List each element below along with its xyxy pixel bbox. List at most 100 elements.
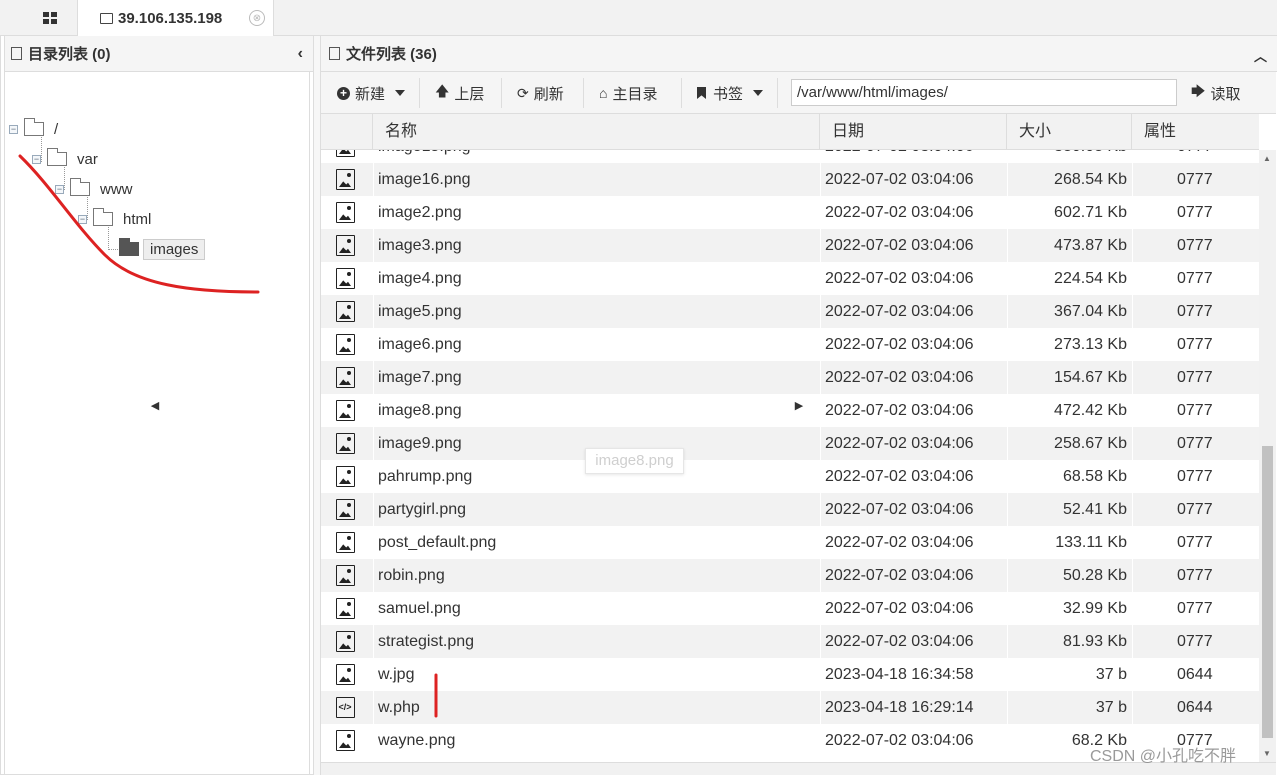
file-toolbar: + 新建 🡅 上层 ⟳ 刷新 ⌂ 主目录 书签 🡆 读取 [321,72,1276,114]
tree-node-www[interactable]: − www [55,177,133,201]
tree-node-images[interactable]: images [118,237,206,261]
file-size: 32.99 Kb [1062,600,1127,617]
file-panel-title: 文件列表 (36) [346,46,437,63]
file-date: 2022-07-02 03:04:06 [825,369,974,386]
file-attr: 0777 [1177,435,1213,452]
file-name: pahrump.png [378,468,473,485]
file-row[interactable]: pahrump.png 2022-07-02 03:04:06 68.58 Kb 07… [321,460,1259,493]
tree-node-root[interactable]: − / [9,117,58,141]
file-row[interactable]: </> w.php 2023-04-18 16:29:14 37 b 0644 [321,691,1259,724]
file-date: 2022-07-02 03:04:06 [825,336,974,353]
image-file-icon [336,150,355,157]
tree-node-label: / [54,120,59,138]
close-icon[interactable]: ⊗ [249,10,265,26]
file-name: w.php [378,699,420,716]
file-row[interactable]: image15.png 2022-07-02 03:04:06 380.08 Kb 0… [321,150,1259,163]
grid-icon [42,12,57,24]
file-size: 133.11 Kb [1055,534,1127,551]
file-date: 2022-07-02 03:04:06 [825,270,974,287]
code-file-icon: </> [336,697,355,718]
file-size: 37 b [1095,666,1127,683]
file-panel-header: 文件列表 (36) ︿ [321,36,1277,72]
file-row[interactable]: image7.png 2022-07-02 03:04:06 154.67 Kb 07… [321,361,1259,394]
file-row[interactable]: w.jpg 2023-04-18 16:34:58 37 b 0644 [321,658,1259,691]
file-date: 2022-07-02 03:04:06 [825,567,974,584]
caret-down-icon [395,90,406,96]
tab-home[interactable] [22,0,78,36]
scrollbar-thumb[interactable] [1262,446,1273,738]
file-attr: 0777 [1177,150,1213,163]
directory-panel: 目录列表 (0) ‹ − / − var − www − html images [4,36,314,775]
file-row[interactable]: image5.png 2022-07-02 03:04:06 367.04 Kb 07… [321,295,1259,328]
file-row[interactable]: image8.png 2022-07-02 03:04:06 472.42 Kb 07… [321,394,1259,427]
image-file-icon [336,598,355,619]
up-button-label: 上层 [454,85,485,103]
file-attr: 0777 [1177,534,1213,551]
file-size: 273.13 Kb [1054,336,1127,353]
home-button[interactable]: ⌂ 主目录 [599,78,657,108]
file-name: image7.png [378,369,462,386]
file-row[interactable]: image2.png 2022-07-02 03:04:06 602.71 Kb 07… [321,196,1259,229]
image-file-icon [336,169,355,190]
file-row[interactable]: image9.png 2022-07-02 03:04:06 258.67 Kb 07… [321,427,1259,460]
file-attr: 0777 [1177,303,1213,320]
file-date: 2022-07-02 03:04:06 [825,204,974,221]
file-size: 268.54 Kb [1054,171,1127,188]
collapse-toggle-icon[interactable]: − [32,154,41,164]
collapse-toggle-icon[interactable]: − [9,124,18,134]
bookmark-button[interactable]: 书签 [697,78,764,108]
header-size[interactable]: 大小 [1007,114,1132,150]
folder-icon [69,178,90,196]
file-row[interactable]: robin.png 2022-07-02 03:04:06 50.28 Kb 0777 [321,559,1259,592]
file-row[interactable]: post_default.png 2022-07-02 03:04:06 133.1… [321,526,1259,559]
file-date: 2023-04-18 16:34:58 [825,666,974,683]
collapse-toggle-icon[interactable]: − [78,214,87,224]
drag-ghost-label: image8.png [585,448,684,474]
directory-panel-title: 目录列表 (0) [28,46,111,63]
chevron-left-icon[interactable]: ‹ [298,45,303,63]
file-size: 602.71 Kb [1054,204,1127,221]
directory-panel-header: 目录列表 (0) ‹ [5,36,313,72]
file-row[interactable]: strategist.png 2022-07-02 03:04:06 81.93 K… [321,625,1259,658]
up-button[interactable]: 🡅 上层 [435,78,484,108]
collapse-toggle-icon[interactable]: − [55,184,64,194]
file-row[interactable]: partygirl.png 2022-07-02 03:04:06 52.41 Kb… [321,493,1259,526]
path-input[interactable] [791,79,1177,106]
refresh-button[interactable]: ⟳ 刷新 [517,78,564,108]
tree-node-html[interactable]: − html [78,207,151,231]
file-row[interactable]: samuel.png 2022-07-02 03:04:06 32.99 Kb 077… [321,592,1259,625]
file-row[interactable]: image4.png 2022-07-02 03:04:06 224.54 Kb 07… [321,262,1259,295]
file-row[interactable]: image16.png 2022-07-02 03:04:06 268.54 Kb 0… [321,163,1259,196]
file-table-body: image15.png 2022-07-02 03:04:06 380.08 Kb 0… [321,150,1259,762]
column-divider [1132,150,1133,762]
scroll-up-icon[interactable]: ▲ [1263,154,1271,163]
folder-icon [92,208,113,226]
file-name: image8.png [378,402,462,419]
file-name: image16.png [378,171,471,188]
tab-server[interactable]: 39.106.135.198 ⊗ [78,0,274,37]
file-row[interactable]: image6.png 2022-07-02 03:04:06 273.13 Kb 07… [321,328,1259,361]
chevron-up-icon[interactable]: ︿ [1254,46,1267,65]
arrow-up-icon: 🡅 [435,83,450,99]
file-attr: 0777 [1177,468,1213,485]
file-attr: 0777 [1177,336,1213,353]
column-divider [820,150,821,762]
tree-node-var[interactable]: − var [32,147,98,171]
file-name: post_default.png [378,534,497,551]
file-name: image3.png [378,237,462,254]
scroll-down-icon[interactable]: ▼ [1263,749,1271,758]
image-file-icon [336,664,355,685]
image-file-icon [336,631,355,652]
file-size: 154.67 Kb [1054,369,1127,386]
header-name[interactable]: 名称 [373,114,820,150]
vertical-scrollbar[interactable]: ▲ ▼ [1259,150,1276,762]
file-size: 81.93 Kb [1062,633,1127,650]
header-date[interactable]: 日期 [820,114,1007,150]
image-file-icon [336,202,355,223]
header-attr[interactable]: 属性 [1132,114,1259,150]
tree-node-label: html [123,210,152,228]
new-button[interactable]: + 新建 [337,78,406,108]
read-button[interactable]: 🡆 读取 [1191,78,1240,108]
file-attr: 0644 [1177,666,1213,683]
file-row[interactable]: image3.png 2022-07-02 03:04:06 473.87 Kb 07… [321,229,1259,262]
